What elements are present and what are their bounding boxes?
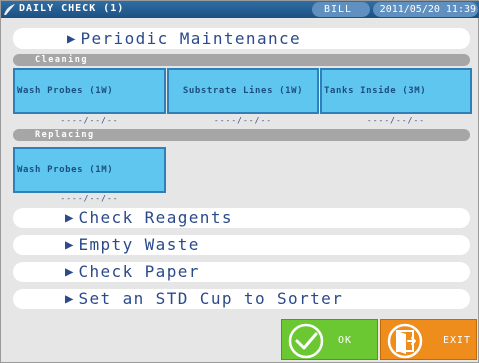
app-logo-icon <box>4 4 15 15</box>
play-arrow-icon: ▶ <box>65 264 74 280</box>
check-paper-label: Check Paper <box>78 262 200 281</box>
play-arrow-icon: ▶ <box>65 210 74 226</box>
periodic-maintenance-label: Periodic Maintenance <box>80 29 302 48</box>
play-arrow-icon: ▶ <box>67 31 76 47</box>
task-wash-probes-1m[interactable]: Wash Probes (1M) <box>13 147 166 193</box>
play-arrow-icon: ▶ <box>65 237 74 253</box>
cleaning-header: Cleaning <box>13 54 470 66</box>
last-date-wash-probes-1m: ----/--/-- <box>60 194 119 203</box>
last-date-tanks-inside-3m: ----/--/-- <box>366 116 426 125</box>
empty-waste-label: Empty Waste <box>78 235 200 254</box>
check-icon <box>288 323 324 359</box>
empty-waste-button[interactable]: ▶ Empty Waste <box>13 235 470 255</box>
ok-label: OK <box>338 335 353 346</box>
set-std-cup-button[interactable]: ▶ Set an STD Cup to Sorter <box>13 289 470 309</box>
daily-check-screen: DAILY CHECK (1) BILL 2011/05/20 11:39 ▶ P… <box>0 0 479 363</box>
last-date-substrate-lines-1w: ----/--/-- <box>213 116 273 125</box>
periodic-maintenance-button[interactable]: ▶ Periodic Maintenance <box>13 28 470 49</box>
exit-door-icon <box>387 323 423 359</box>
check-reagents-label: Check Reagents <box>78 208 233 227</box>
task-substrate-lines-1w[interactable]: Substrate Lines (1W) <box>167 68 319 114</box>
play-arrow-icon: ▶ <box>65 291 74 307</box>
set-std-cup-label: Set an STD Cup to Sorter <box>78 289 344 308</box>
last-date-wash-probes-1w: ----/--/-- <box>60 116 119 125</box>
user-name: BILL <box>312 2 370 17</box>
window-title: DAILY CHECK (1) <box>19 3 125 14</box>
task-wash-probes-1w[interactable]: Wash Probes (1W) <box>13 68 166 114</box>
datetime: 2011/05/20 11:39 <box>373 2 478 17</box>
ok-button[interactable]: OK <box>281 319 378 360</box>
exit-label: EXIT <box>443 335 472 346</box>
task-tanks-inside-3m[interactable]: Tanks Inside (3M) <box>320 68 472 114</box>
replacing-header: Replacing <box>13 129 470 141</box>
check-paper-button[interactable]: ▶ Check Paper <box>13 262 470 282</box>
title-bar: DAILY CHECK (1) BILL 2011/05/20 11:39 <box>1 1 479 18</box>
exit-button[interactable]: EXIT <box>380 319 477 360</box>
check-reagents-button[interactable]: ▶ Check Reagents <box>13 208 470 228</box>
